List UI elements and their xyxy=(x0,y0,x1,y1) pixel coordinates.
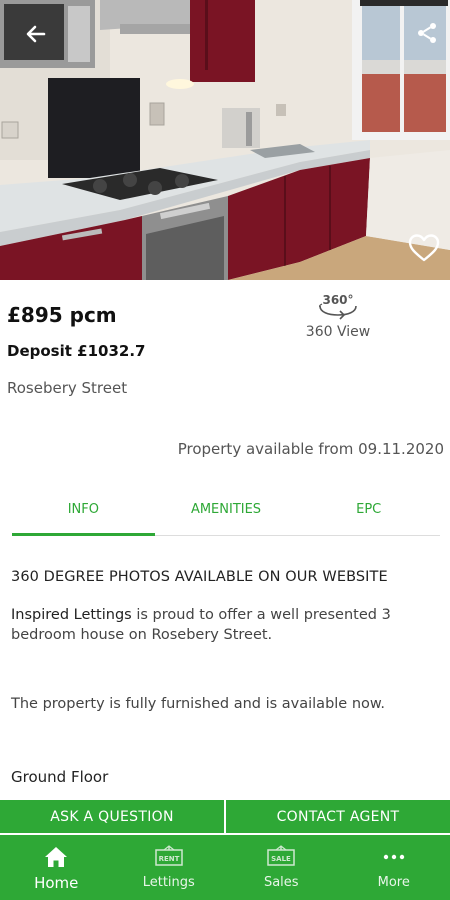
property-photo[interactable] xyxy=(0,0,450,280)
ask-question-button[interactable]: ASK A QUESTION xyxy=(0,800,224,833)
deposit-amount: Deposit £1032.7 xyxy=(7,342,146,360)
sale-sign-icon: SALE xyxy=(267,845,295,866)
nav-more-label: More xyxy=(377,875,410,890)
nav-sales[interactable]: SALE Sales xyxy=(225,835,338,900)
tab-epc[interactable]: EPC xyxy=(297,492,440,535)
action-bar: ASK A QUESTION CONTACT AGENT xyxy=(0,800,450,833)
property-address: Rosebery Street xyxy=(7,379,128,397)
detail-tabs: INFO AMENITIES EPC xyxy=(12,492,440,536)
description-heading: 360 DEGREE PHOTOS AVAILABLE ON OUR WEBSI… xyxy=(11,569,388,585)
description-intro: Inspired Lettings is proud to offer a we… xyxy=(11,605,441,645)
sale-sign-text: SALE xyxy=(271,855,291,863)
rent-sign-icon: RENT xyxy=(155,845,183,866)
heart-outline-icon xyxy=(408,234,440,262)
agency-name: Inspired Lettings xyxy=(11,607,132,623)
nav-sales-label: Sales xyxy=(263,875,299,890)
description-furnished: The property is fully furnished and is a… xyxy=(11,696,386,712)
nav-more[interactable]: More xyxy=(338,835,450,900)
nav-home-label: Home xyxy=(34,874,79,892)
home-icon xyxy=(45,847,68,867)
nav-lettings[interactable]: RENT Lettings xyxy=(113,835,226,900)
nav-lettings-label: Lettings xyxy=(142,875,195,890)
tab-amenities[interactable]: AMENITIES xyxy=(155,492,298,535)
arrow-left-icon xyxy=(26,25,46,43)
favorite-button[interactable] xyxy=(404,228,444,268)
availability-date: Property available from 09.11.2020 xyxy=(177,440,444,458)
tab-info[interactable]: INFO xyxy=(12,492,155,536)
section-ground-floor: Ground Floor xyxy=(11,768,109,786)
360-badge: 360° xyxy=(322,293,353,307)
more-dots-icon xyxy=(383,854,404,860)
nav-home[interactable]: Home xyxy=(0,835,113,900)
bottom-navigation: Home RENT Lettings SALE Sales More xyxy=(0,835,450,900)
contact-agent-button[interactable]: CONTACT AGENT xyxy=(224,800,450,833)
view-360-button[interactable]: 360° 360 View xyxy=(300,290,376,350)
360-rotate-icon: 360° xyxy=(319,293,357,320)
share-button[interactable] xyxy=(410,16,444,50)
rent-sign-text: RENT xyxy=(158,855,179,863)
view-360-label: 360 View xyxy=(305,324,371,340)
share-icon xyxy=(418,23,436,43)
back-button[interactable] xyxy=(18,16,54,52)
rent-price: £895 pcm xyxy=(7,303,117,327)
kitchen-photo xyxy=(0,0,450,280)
